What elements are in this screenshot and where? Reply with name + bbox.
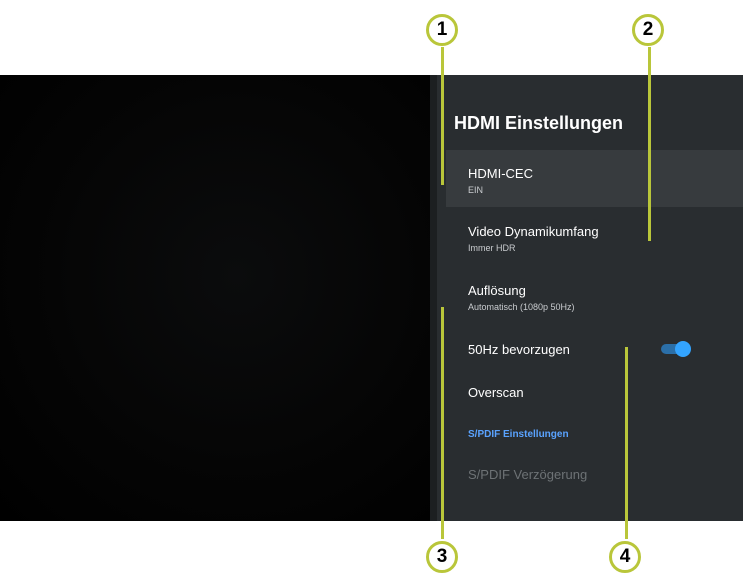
background-video-area	[0, 75, 432, 521]
menu-item-video-dynamikumfang[interactable]: Video Dynamikumfang Immer HDR	[446, 209, 743, 265]
menu-item-label: HDMI-CEC	[468, 166, 533, 181]
toggle-switch[interactable]	[661, 341, 691, 357]
callout-1-line	[441, 47, 444, 185]
menu-item-50hz-bevorzugen[interactable]: 50Hz bevorzugen	[446, 331, 743, 367]
menu-item-label: Overscan	[468, 385, 524, 400]
menu-section-header: S/PDIF Einstellungen	[468, 429, 569, 440]
menu-item-label: Auflösung	[468, 283, 526, 298]
menu-item-value: EIN	[468, 185, 484, 195]
menu-item-spdif-einstellungen[interactable]: S/PDIF Einstellungen	[446, 419, 743, 453]
callout-2-line	[648, 47, 651, 241]
callout-2: 2	[632, 14, 664, 46]
menu-item-label: Video Dynamikumfang	[468, 224, 599, 239]
menu-item-aufloesung[interactable]: Auflösung Automatisch (1080p 50Hz)	[446, 267, 743, 323]
menu-item-overscan[interactable]: Overscan	[446, 375, 743, 411]
menu-item-value: Immer HDR	[468, 243, 516, 253]
menu-item-hdmi-cec[interactable]: HDMI-CEC EIN	[446, 150, 743, 207]
toggle-thumb	[675, 341, 691, 357]
callout-3-line	[441, 307, 444, 539]
callout-4: 4	[609, 541, 641, 573]
menu-item-label: 50Hz bevorzugen	[468, 342, 570, 357]
panel-title: HDMI Einstellungen	[454, 113, 624, 133]
menu-item-spdif-verzoegerung[interactable]: S/PDIF Verzögerung	[446, 457, 743, 491]
callout-4-line	[625, 347, 628, 539]
menu-item-label: S/PDIF Verzögerung	[468, 467, 588, 482]
tv-screen: HDMI Einstellungen HDMI-CEC EIN Video Dy…	[0, 75, 743, 521]
menu-item-value: Automatisch (1080p 50Hz)	[468, 302, 575, 312]
callout-3: 3	[426, 541, 458, 573]
hdmi-settings-panel: HDMI Einstellungen HDMI-CEC EIN Video Dy…	[437, 75, 743, 521]
callout-1: 1	[426, 14, 458, 46]
